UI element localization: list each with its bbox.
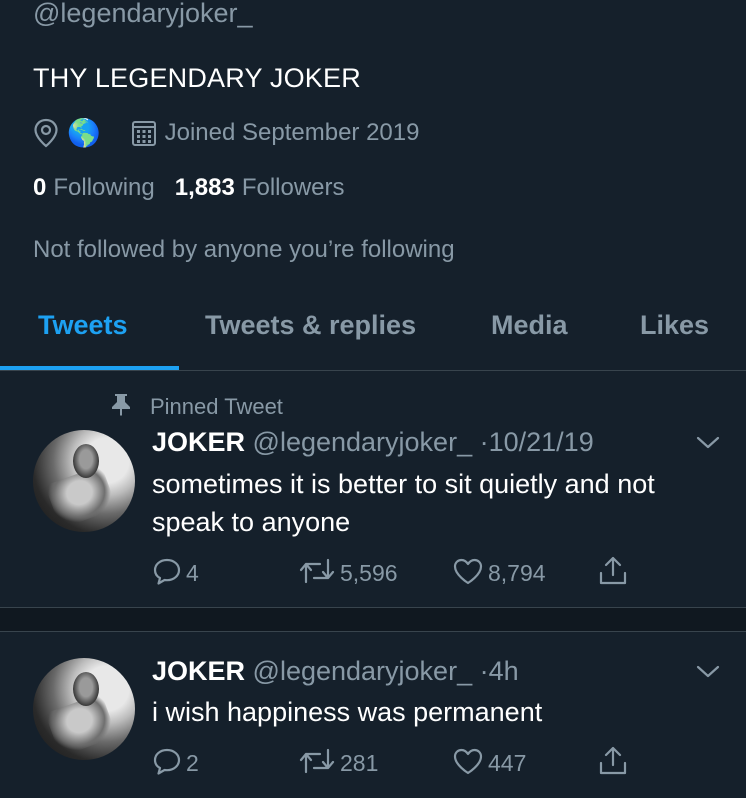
reply-count: 2: [186, 749, 199, 776]
separator: ·: [479, 656, 489, 686]
timestamp[interactable]: 4h: [489, 656, 519, 686]
timeline-divider: [0, 608, 746, 632]
display-name[interactable]: JOKER: [152, 427, 245, 457]
tweet-card[interactable]: JOKER @legendaryjoker_ ·4h i wish happin…: [0, 632, 746, 798]
pinned-label: Pinned Tweet: [150, 394, 283, 419]
reply-count: 4: [186, 559, 199, 586]
share-button[interactable]: [598, 556, 628, 590]
share-button[interactable]: [598, 746, 628, 780]
followers-link[interactable]: 1,883 Followers: [175, 174, 345, 202]
follow-stats: 0 Following 1,883 Followers: [33, 174, 345, 202]
retweet-button[interactable]: 281: [298, 746, 378, 780]
not-followed-notice: Not followed by anyone you’re following: [33, 236, 455, 263]
username[interactable]: @legendaryjoker_: [253, 656, 473, 686]
location-pin-icon: [33, 118, 59, 148]
profile-handle: @legendaryjoker_: [33, 0, 253, 28]
like-count: 447: [488, 749, 527, 776]
reply-icon: [152, 556, 182, 591]
active-tab-indicator: [0, 366, 179, 370]
reply-button[interactable]: 2: [152, 746, 199, 780]
retweet-icon: [298, 746, 336, 781]
tweet-text: i wish happiness was permanent: [152, 697, 543, 727]
retweet-button[interactable]: 5,596: [298, 556, 398, 590]
following-link[interactable]: 0 Following: [33, 174, 155, 202]
joined-date: Joined September 2019: [164, 119, 420, 146]
share-icon: [598, 555, 628, 592]
chevron-down-icon[interactable]: [694, 433, 722, 453]
tweet-header: JOKER @legendaryjoker_ ·10/21/19: [152, 427, 594, 458]
share-icon: [598, 745, 628, 782]
retweet-icon: [298, 556, 336, 591]
globe-emoji-icon: 🌎: [67, 117, 101, 148]
reply-icon: [152, 746, 182, 781]
username[interactable]: @legendaryjoker_: [253, 427, 473, 457]
tweet-card[interactable]: Pinned Tweet JOKER @legendaryjoker_ ·10/…: [0, 371, 746, 608]
retweet-count: 5,596: [340, 559, 398, 586]
tweet-header: JOKER @legendaryjoker_ ·4h: [152, 656, 519, 687]
timestamp[interactable]: 10/21/19: [489, 427, 594, 457]
like-count: 8,794: [488, 559, 546, 586]
like-button[interactable]: 447: [452, 746, 526, 780]
calendar-icon: [131, 119, 157, 147]
followers-count: 1,883: [174, 174, 235, 201]
avatar[interactable]: [33, 658, 135, 760]
retweet-count: 281: [340, 749, 379, 776]
followers-label: Followers: [241, 174, 345, 201]
profile-meta: 🌎 Joined September 2019: [33, 115, 419, 151]
tweet-text: sometimes it is better to sit quietly an…: [152, 469, 655, 537]
chevron-down-icon[interactable]: [694, 662, 722, 682]
heart-icon: [452, 556, 484, 591]
avatar[interactable]: [33, 430, 135, 532]
profile-tabs: Tweets Tweets & replies Media Likes: [0, 306, 746, 371]
profile-bio: THY LEGENDARY JOKER: [33, 63, 361, 93]
pinned-indicator: Pinned Tweet: [110, 392, 283, 422]
separator: ·: [479, 427, 489, 457]
tab-tweets[interactable]: Tweets: [38, 310, 128, 341]
tab-media[interactable]: Media: [491, 310, 568, 341]
following-count: 0: [33, 174, 47, 201]
display-name[interactable]: JOKER: [152, 656, 245, 686]
tab-likes[interactable]: Likes: [640, 310, 709, 341]
pin-icon: [110, 392, 150, 422]
like-button[interactable]: 8,794: [452, 556, 546, 590]
reply-button[interactable]: 4: [152, 556, 199, 590]
heart-icon: [452, 746, 484, 781]
following-label: Following: [53, 174, 155, 201]
profile-page: @legendaryjoker_ THY LEGENDARY JOKER 🌎 J…: [0, 0, 746, 798]
tab-tweets-and-replies[interactable]: Tweets & replies: [205, 310, 416, 341]
